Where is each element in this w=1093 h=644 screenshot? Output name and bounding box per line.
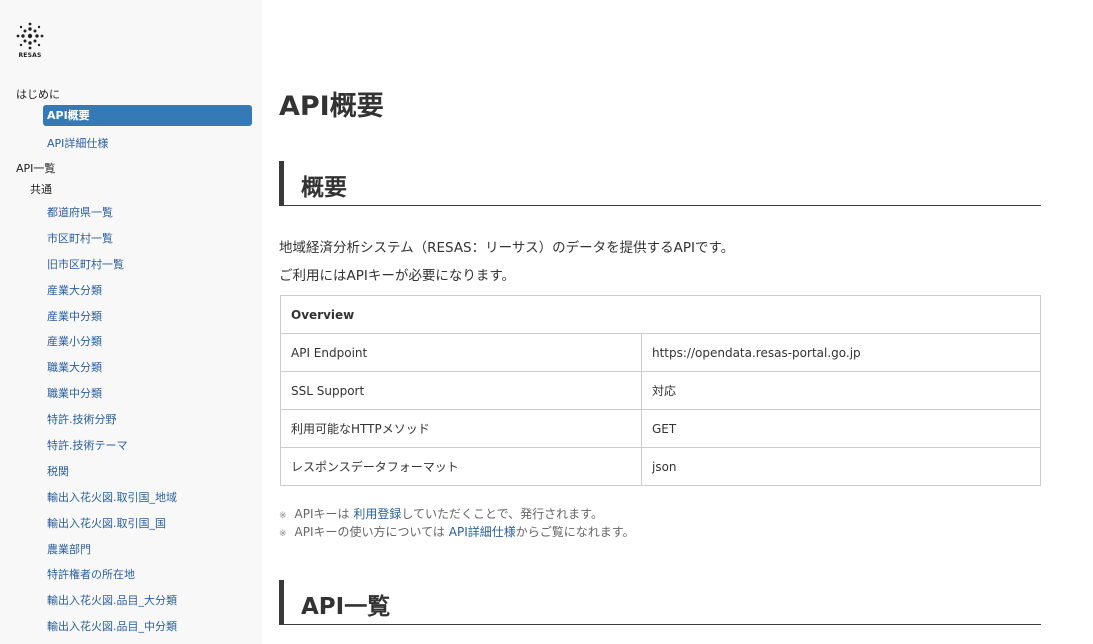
logo-text: RESAS [18, 52, 42, 59]
api-detail-spec-link[interactable]: API詳細仕様 [449, 525, 516, 539]
nav-item-industry-middle[interactable]: 産業中分類 [47, 308, 102, 324]
nav-item-patent-theme[interactable]: 特許.技術テーマ [47, 437, 128, 453]
table-cell-name: レスポンスデータフォーマット [280, 447, 642, 486]
table-header-row: Overview [280, 295, 1041, 334]
nav-section-api-list: API一覧 [16, 162, 56, 175]
description-line-2: ご利用にはAPIキーが必要になります。 [279, 268, 516, 284]
table-row: API Endpoint https://opendata.resas-port… [280, 333, 1041, 372]
page-title: API概要 [279, 91, 384, 122]
note-api-key-usage: ※ APIキーの使い方については API詳細仕様からご覧になれます。 [279, 523, 635, 540]
note-text: APIキーの使い方については [294, 525, 449, 539]
table-cell-name: SSL Support [280, 371, 642, 410]
table-cell-value: 対応 [641, 371, 1041, 410]
table-cell-name: API Endpoint [280, 333, 642, 372]
section-heading-api-list: API一覧 [279, 580, 1041, 625]
note-api-key-registration: ※ APIキーは 利用登録していただくことで、発行されます。 [279, 505, 603, 522]
nav-item-trade-item-broad[interactable]: 輸出入花火図.品目_大分類 [47, 592, 177, 608]
main-content: API概要 概要 地域経済分析システム（RESAS：リーサス）のデータを提供する… [279, 0, 1059, 644]
table-header-cell: Overview [280, 295, 1041, 334]
registration-link[interactable]: 利用登録 [353, 507, 401, 521]
note-mark: ※ [279, 529, 287, 539]
note-text: APIキーは [294, 507, 354, 521]
note-mark: ※ [279, 511, 287, 521]
table-cell-value: json [641, 447, 1041, 486]
description-line-1: 地域経済分析システム（RESAS：リーサス）のデータを提供するAPIです。 [279, 240, 735, 256]
resas-logo[interactable]: RESAS [14, 21, 46, 63]
nav-item-patent-holder-location[interactable]: 特許権者の所在地 [47, 566, 135, 582]
nav-item-industry-narrow[interactable]: 産業小分類 [47, 333, 102, 349]
nav-item-old-cities[interactable]: 旧市区町村一覧 [47, 256, 124, 272]
overview-table: Overview API Endpoint https://opendata.r… [280, 295, 1041, 486]
nav-item-customs[interactable]: 税関 [47, 463, 69, 479]
table-cell-name: 利用可能なHTTPメソッド [280, 409, 642, 448]
section-heading-text: 概要 [301, 175, 347, 201]
note-text: していただくことで、発行されます。 [401, 507, 603, 521]
nav-item-trade-partner-region[interactable]: 輸出入花火図.取引国_地域 [47, 489, 177, 505]
nav-item-agriculture-sector[interactable]: 農業部門 [47, 541, 91, 557]
nav-item-trade-item-middle[interactable]: 輸出入花火図.品目_中分類 [47, 618, 177, 634]
nav-item-patent-field[interactable]: 特許.技術分野 [47, 411, 117, 427]
table-row: SSL Support 対応 [280, 371, 1041, 410]
table-cell-value: GET [641, 409, 1041, 448]
logo-dots-icon [16, 22, 44, 50]
nav-item-job-broad[interactable]: 職業大分類 [47, 359, 102, 375]
sidebar: RESAS はじめに API概要 API詳細仕様 API一覧 共通 都道府県一覧… [0, 0, 262, 644]
nav-item-api-detail-spec[interactable]: API詳細仕様 [47, 135, 108, 151]
nav-item-trade-partner-country[interactable]: 輸出入花火図.取引国_国 [47, 515, 166, 531]
nav-group-common: 共通 [30, 183, 52, 196]
section-heading-overview: 概要 [279, 161, 1041, 206]
nav-item-job-middle[interactable]: 職業中分類 [47, 385, 102, 401]
table-row: レスポンスデータフォーマット json [280, 447, 1041, 486]
note-text: からご覧になれます。 [515, 525, 635, 539]
nav-item-cities[interactable]: 市区町村一覧 [47, 230, 113, 246]
nav-item-industry-broad[interactable]: 産業大分類 [47, 282, 102, 298]
table-row: 利用可能なHTTPメソッド GET [280, 409, 1041, 448]
nav-item-prefectures[interactable]: 都道府県一覧 [47, 204, 113, 220]
nav-item-api-overview[interactable]: API概要 [43, 105, 252, 126]
section-heading-text: API一覧 [301, 594, 391, 620]
table-cell-value: https://opendata.resas-portal.go.jp [641, 333, 1041, 372]
nav-section-intro: はじめに [16, 88, 60, 101]
